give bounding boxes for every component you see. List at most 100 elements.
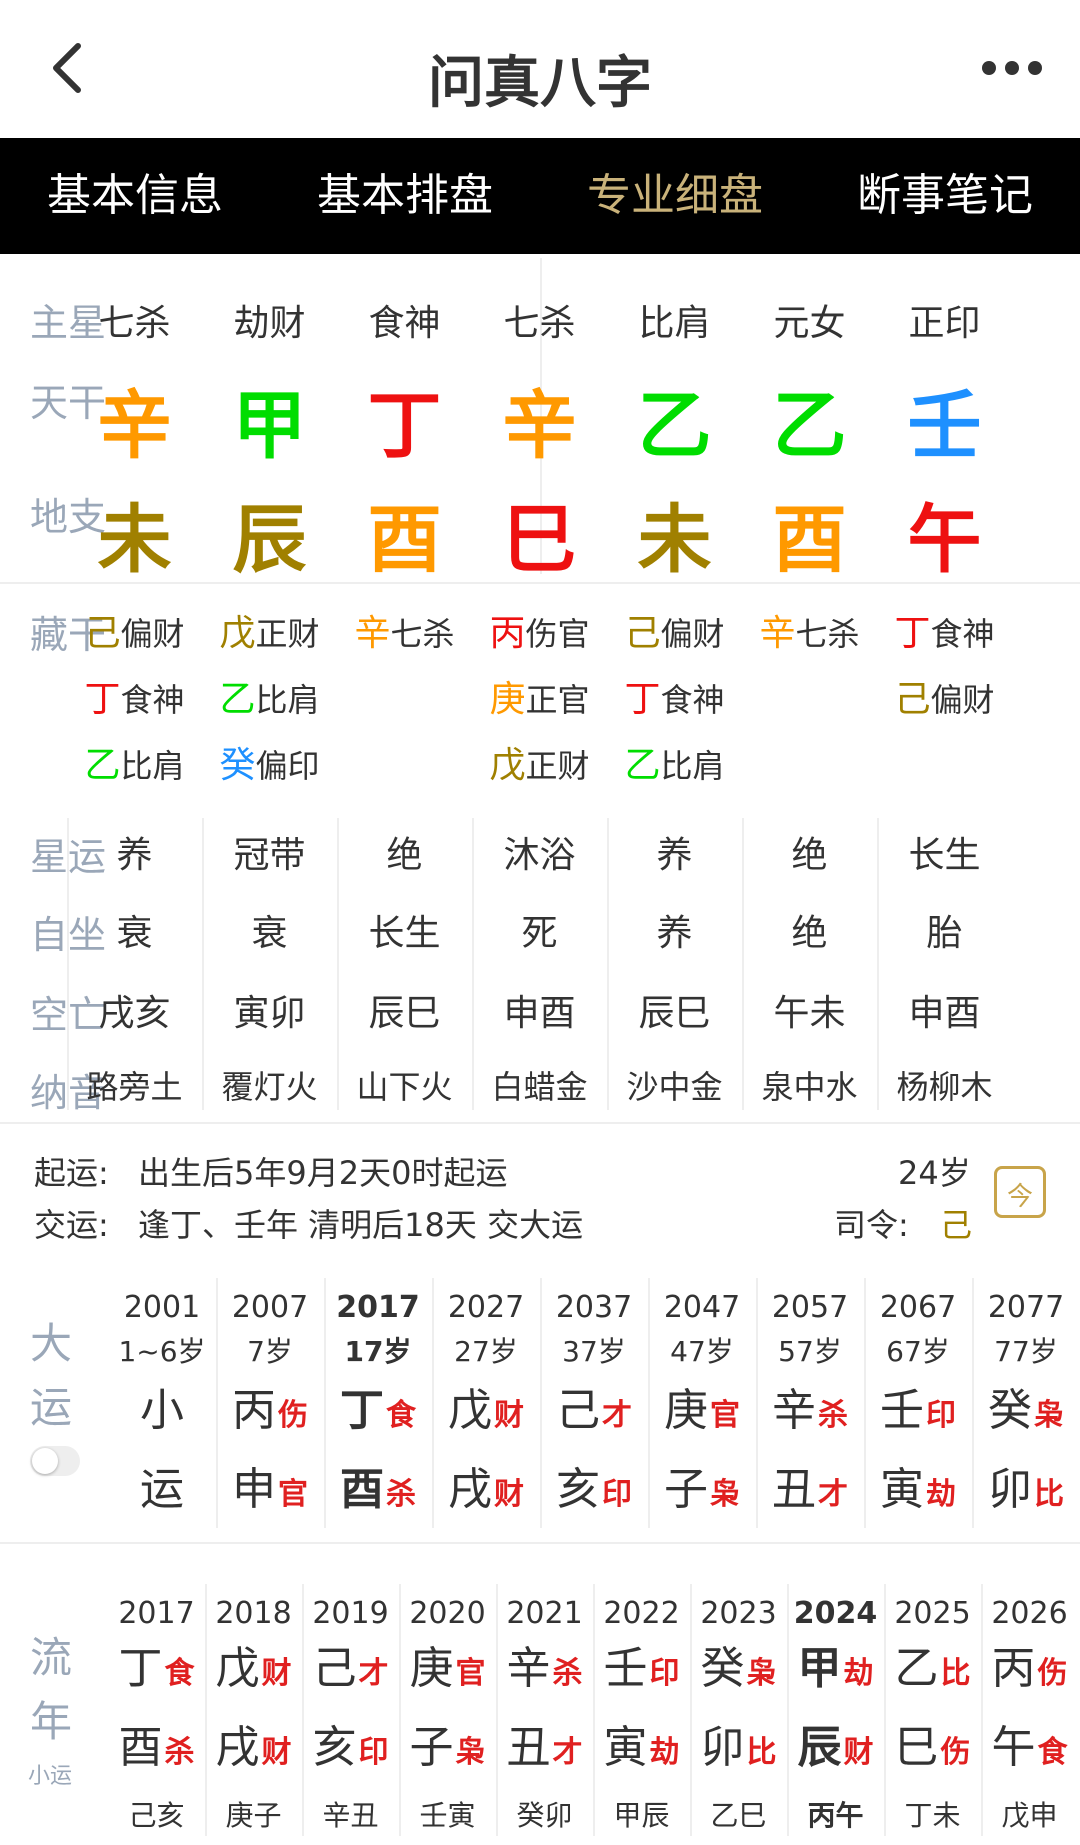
canggan-item: 丁食神 <box>607 670 742 722</box>
dayun-column[interactable]: 2057 57岁 辛杀 丑才 <box>756 1288 864 1534</box>
divider <box>864 1278 866 1528</box>
canggan-stem: 己 <box>894 679 931 720</box>
pillar-tiangan: 乙 <box>772 383 847 469</box>
liunian-shishen: 劫 <box>649 1735 680 1770</box>
star-zizuo: 长生 <box>368 913 441 954</box>
dayun-ganzhi: 申官 <box>216 1455 324 1534</box>
liunian-column[interactable]: 2018 戊财 戌财 庚子 <box>205 1594 302 1840</box>
liunian-shishen: 伤 <box>1037 1656 1068 1691</box>
divider <box>324 1278 326 1528</box>
dayun-ganzhi: 戊财 <box>432 1376 540 1455</box>
liunian-ganzhi: 辛杀 <box>496 1634 593 1713</box>
dayun-ganzhi: 寅劫 <box>864 1455 972 1534</box>
liunian-ganzhi: 乙比 <box>884 1634 981 1713</box>
dayun-column[interactable]: 2027 27岁 戊财 戌财 <box>432 1288 540 1534</box>
liunian-column[interactable]: 2024 甲劫 辰财 丙午 <box>787 1594 884 1840</box>
liunian-char: 子 <box>409 1722 454 1773</box>
liunian-column[interactable]: 2021 辛杀 丑才 癸卯 <box>496 1594 593 1840</box>
dayun-shishen: 杀 <box>386 1477 416 1512</box>
liunian-column[interactable]: 2017 丁食 酉杀 己亥 <box>108 1594 205 1840</box>
dayun-char: 寅 <box>880 1464 924 1515</box>
divider <box>202 818 204 1110</box>
dayun-char: 亥 <box>556 1464 600 1515</box>
liunian-column[interactable]: 2025 乙比 巳伤 丁未 <box>884 1594 981 1840</box>
star-nayin: 覆灯火 <box>221 1068 318 1106</box>
dayun-column[interactable]: 2007 7岁 丙伤 申官 <box>216 1288 324 1534</box>
dayun-column[interactable]: 2017 17岁 丁食 酉杀 <box>324 1288 432 1534</box>
calendar-today-icon[interactable]: 今 <box>994 1166 1046 1218</box>
liunian-char: 酉 <box>118 1722 163 1773</box>
liunian-ganzhi: 午食 <box>981 1713 1078 1792</box>
liunian-ganzhi: 壬印 <box>593 1634 690 1713</box>
star-zizuo: 养 <box>656 913 693 954</box>
dayun-column[interactable]: 2037 37岁 己才 亥印 <box>540 1288 648 1534</box>
liunian-year: 2024 <box>793 1596 878 1631</box>
canggan-god: 偏财 <box>930 681 995 719</box>
more-icon[interactable] <box>982 60 1042 76</box>
dayun-year: 2067 <box>879 1290 957 1325</box>
tab-basic-info[interactable]: 基本信息 <box>0 138 270 254</box>
dayun-char: 申 <box>232 1464 276 1515</box>
divider <box>884 1584 886 1836</box>
label-dayun: 大运 <box>30 1319 73 1432</box>
liunian-shishen: 食 <box>1037 1735 1068 1770</box>
liunian-ganzhi: 己才 <box>302 1634 399 1713</box>
liunian-char: 甲 <box>797 1643 842 1694</box>
liunian-column[interactable]: 2026 丙伤 午食 戊申 <box>981 1594 1078 1840</box>
liunian-year: 2020 <box>409 1596 486 1631</box>
canggan-item: 乙比肩 <box>607 736 742 788</box>
dayun-column[interactable]: 2077 77岁 癸枭 卯比 <box>972 1288 1080 1534</box>
canggan-stem: 乙 <box>84 745 121 786</box>
star-xingyun: 长生 <box>908 835 981 876</box>
star-nayin: 沙中金 <box>626 1068 723 1106</box>
tab-notes[interactable]: 断事笔记 <box>810 138 1080 254</box>
divider <box>0 1542 1080 1544</box>
liunian-shishen: 财 <box>843 1735 874 1770</box>
canggan-god: 正财 <box>255 615 320 653</box>
liunian-shishen: 才 <box>358 1656 389 1691</box>
canggan-god: 食神 <box>930 615 995 653</box>
liunian-shishen: 印 <box>358 1735 389 1770</box>
pillar-zhuxing: 七杀 <box>503 303 576 344</box>
liunian-ganzhi: 丙伤 <box>981 1634 1078 1713</box>
canggan-item: 庚正官 <box>472 670 607 722</box>
dayun-column[interactable]: 2047 47岁 庚官 子枭 <box>648 1288 756 1534</box>
liunian-char: 壬 <box>603 1643 648 1694</box>
dayun-column[interactable]: 2067 67岁 壬印 寅劫 <box>864 1288 972 1534</box>
tab-pro-chart[interactable]: 专业细盘 <box>540 138 810 254</box>
star-xingyun: 绝 <box>791 835 828 876</box>
liunian-column[interactable]: 2020 庚官 子枭 壬寅 <box>399 1594 496 1840</box>
dayun-column[interactable]: 2001 1~6岁小运 <box>108 1288 216 1534</box>
dayun-ganzhi: 亥印 <box>540 1455 648 1534</box>
star-nayin: 杨柳木 <box>896 1068 993 1106</box>
canggan-god: 比肩 <box>120 747 185 785</box>
liunian-column[interactable]: 2019 己才 亥印 辛丑 <box>302 1594 399 1840</box>
dayun-year: 2001 <box>123 1290 201 1325</box>
star-xingyun: 绝 <box>386 835 423 876</box>
canggan-god: 偏印 <box>255 747 320 785</box>
star-xingyun: 养 <box>656 835 693 876</box>
liunian-column[interactable]: 2023 癸枭 卯比 乙巳 <box>690 1594 787 1840</box>
liunian-ganzhi: 子枭 <box>399 1713 496 1792</box>
dayun-char: 丁 <box>340 1385 384 1436</box>
tab-basic-chart[interactable]: 基本排盘 <box>270 138 540 254</box>
dayun-char: 酉 <box>340 1464 384 1515</box>
liunian-column[interactable]: 2022 壬印 寅劫 甲辰 <box>593 1594 690 1840</box>
liunian-char: 乙 <box>894 1643 939 1694</box>
star-kongwang: 午未 <box>773 993 846 1034</box>
dayun-shishen: 枭 <box>1034 1398 1064 1433</box>
label-liunian: 流年 <box>30 1633 73 1746</box>
qiyun-label: 起运: <box>34 1154 109 1192</box>
dayun-ganzhi: 癸枭 <box>972 1376 1080 1455</box>
label-xiaoyun: 小运 <box>28 1764 73 1789</box>
dayun-year: 2037 <box>555 1290 633 1325</box>
canggan-stem: 丙 <box>489 613 526 654</box>
liunian-xiaoyun: 庚子 <box>225 1799 282 1832</box>
dayun-shishen: 杀 <box>818 1398 848 1433</box>
pillar-zhuxing: 劫财 <box>233 303 306 344</box>
canggan-stem: 戊 <box>489 745 526 786</box>
xiaoyun-toggle[interactable] <box>30 1446 80 1476</box>
canggan-god: 正官 <box>525 681 590 719</box>
divider <box>742 818 744 1110</box>
liunian-ganzhi: 丑才 <box>496 1713 593 1792</box>
